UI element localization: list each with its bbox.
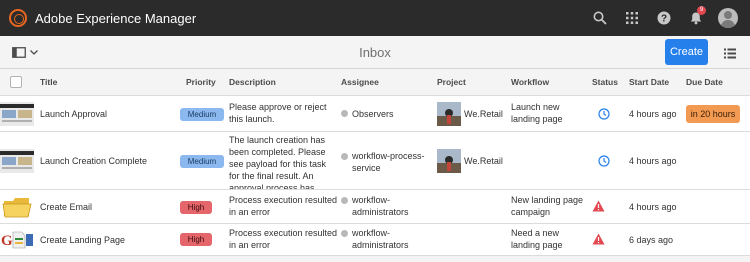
workflow-line: Launch new: [511, 102, 560, 112]
workflow-line: New landing page: [511, 195, 584, 205]
assignee-avatar-icon: [341, 230, 348, 237]
priority-badge: Medium: [180, 155, 224, 168]
task-thumbnail-launch-image: [0, 102, 34, 126]
folder-icon: [2, 195, 32, 219]
due-date-badge: in 20 hours: [686, 105, 740, 123]
assignee-name[interactable]: Observers: [352, 108, 394, 120]
search-icon[interactable]: [590, 8, 610, 28]
task-description-line: Please approve or reject: [229, 102, 327, 112]
inbox-table: Title Priority Description Assignee Proj…: [0, 69, 750, 256]
task-description-line: The launch creation has: [229, 135, 326, 145]
column-header-start-date[interactable]: Start Date: [629, 77, 669, 87]
workflow-line: Need a new: [511, 228, 560, 238]
page-title: Inbox: [359, 45, 391, 60]
start-date: 4 hours ago: [629, 156, 677, 166]
assignee-name[interactable]: service: [352, 162, 381, 174]
start-date: 4 hours ago: [629, 202, 677, 212]
priority-badge: Medium: [180, 108, 224, 121]
app-title[interactable]: Adobe Experience Manager: [35, 11, 196, 26]
chevron-down-icon: [30, 50, 38, 55]
column-header-workflow[interactable]: Workflow: [511, 77, 549, 87]
task-description-line: in an error: [229, 240, 271, 250]
column-header-project[interactable]: Project: [437, 77, 466, 87]
column-header-title[interactable]: Title: [40, 77, 57, 87]
assignee-name[interactable]: workflow-process-: [352, 150, 425, 162]
assignee-name[interactable]: administrators: [352, 206, 409, 218]
help-icon[interactable]: ?: [654, 8, 674, 28]
table-row[interactable]: Launch Creation Complete Medium The laun…: [0, 132, 750, 190]
assignee-avatar-icon: [341, 153, 348, 160]
priority-badge: High: [180, 201, 212, 214]
notifications-bell-icon[interactable]: 9: [686, 6, 706, 28]
view-switcher-list-icon[interactable]: [724, 46, 736, 64]
task-title[interactable]: Launch Creation Complete: [40, 155, 147, 167]
task-description-line: Process execution resulted: [229, 195, 338, 205]
assignee-avatar-icon: [341, 110, 348, 117]
assignee-name[interactable]: administrators: [352, 239, 409, 251]
task-description-line: been completed. Please: [229, 147, 326, 157]
clock-icon: [598, 108, 610, 120]
alert-icon: [592, 200, 605, 212]
task-thumbnail-launch-image: [0, 149, 34, 173]
workflow-line: landing page: [511, 240, 563, 250]
assignee-name[interactable]: workflow-: [352, 194, 390, 206]
column-header-due-date[interactable]: Due Date: [686, 77, 723, 87]
task-description-line: this launch.: [229, 114, 275, 124]
clock-icon: [598, 155, 610, 167]
start-date: 4 hours ago: [629, 109, 677, 119]
project-thumbnail-image: [437, 149, 461, 173]
alert-icon: [592, 233, 605, 245]
table-row[interactable]: Create Email High Process execution resu…: [0, 190, 750, 224]
rail-panel-icon: [12, 47, 26, 58]
task-description-line: in an error: [229, 207, 271, 217]
project-thumbnail-image: [437, 102, 461, 126]
create-button[interactable]: Create: [665, 39, 708, 65]
column-header-description[interactable]: Description: [229, 77, 276, 87]
project-name[interactable]: We.Retail: [464, 108, 503, 120]
task-title[interactable]: Launch Approval: [40, 108, 107, 120]
notification-count-badge: 9: [697, 6, 706, 15]
user-avatar[interactable]: [718, 8, 738, 28]
workflow-line: landing page: [511, 114, 563, 124]
task-title[interactable]: Create Email: [40, 201, 92, 213]
rail-toggle-button[interactable]: [12, 47, 38, 58]
column-header-priority[interactable]: Priority: [186, 77, 216, 87]
table-header-row: Title Priority Description Assignee Proj…: [0, 69, 750, 96]
global-header: Adobe Experience Manager ? 9: [0, 0, 750, 36]
assignee-name[interactable]: workflow-: [352, 227, 390, 239]
column-header-status[interactable]: Status: [592, 77, 618, 87]
select-all-checkbox[interactable]: [10, 76, 22, 88]
task-description-line: for the final result. An: [229, 171, 314, 181]
priority-badge: High: [180, 233, 212, 246]
table-row[interactable]: G Create Landing Page High Process execu…: [0, 224, 750, 256]
project-name[interactable]: We.Retail: [464, 155, 503, 167]
header-actions: ? 9: [590, 6, 738, 28]
apps-grid-icon[interactable]: [622, 8, 642, 28]
task-description-line: Process execution resulted: [229, 228, 338, 238]
workflow-line: campaign: [511, 207, 551, 217]
task-title[interactable]: Create Landing Page: [40, 234, 125, 246]
start-date: 6 days ago: [629, 235, 674, 245]
task-description-line: approval process has: [229, 183, 315, 190]
svg-text:?: ?: [661, 14, 667, 25]
svg-text:G: G: [1, 233, 13, 249]
column-header-assignee[interactable]: Assignee: [341, 77, 379, 87]
action-bar: Inbox Create: [0, 36, 750, 69]
assignee-avatar-icon: [341, 197, 348, 204]
task-thumbnail-landing-page-image: G: [0, 228, 34, 252]
task-description-line: see payload for this task: [229, 159, 327, 169]
aem-logo-icon[interactable]: [9, 9, 27, 27]
table-row[interactable]: Launch Approval Medium Please approve or…: [0, 96, 750, 132]
